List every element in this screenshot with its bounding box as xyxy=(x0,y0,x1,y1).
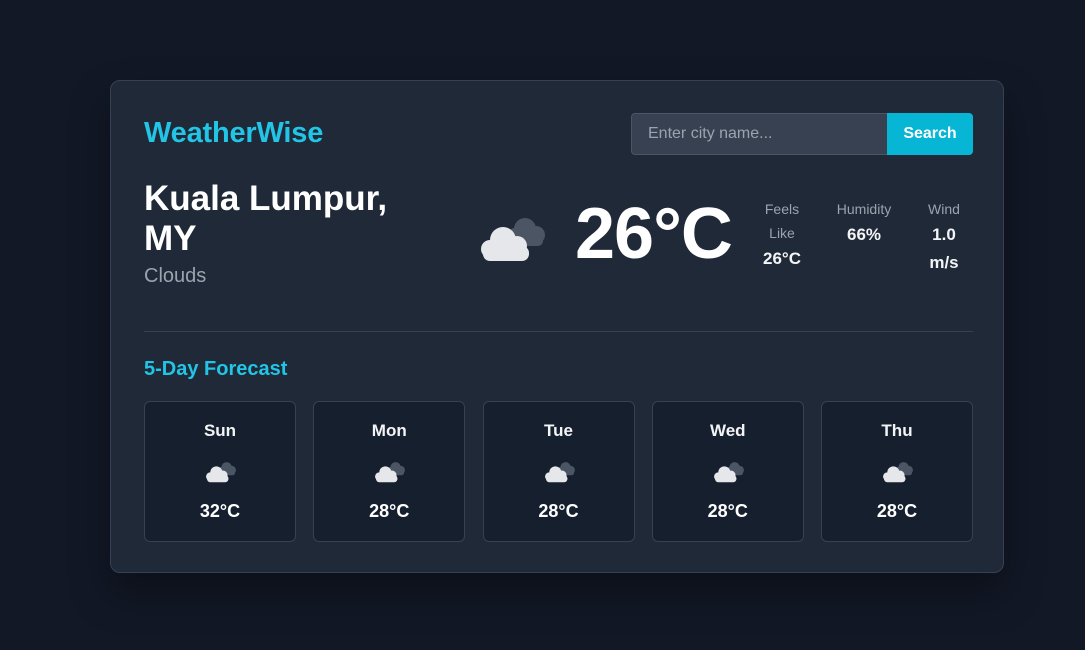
humidity-stat: Humidity 66% xyxy=(831,197,897,249)
forecast-list: Sun 32°C Mon 28°C Tue 28°C Wed 28°C Thu … xyxy=(144,401,973,542)
feels-like-value: 26°C xyxy=(763,249,801,268)
search-button[interactable]: Search xyxy=(887,113,973,155)
weather-condition: Clouds xyxy=(144,265,207,287)
forecast-day-temp: 28°C xyxy=(369,501,410,521)
section-divider xyxy=(144,331,973,332)
forecast-day-name: Tue xyxy=(544,421,573,440)
forecast-day-name: Mon xyxy=(371,421,407,440)
weather-card: WeatherWise Search Kuala Lumpur, MY Clou… xyxy=(110,80,1004,573)
forecast-day-name: Sun xyxy=(203,421,237,440)
forecast-day-card: Sun 32°C xyxy=(144,401,296,542)
forecast-day-card: Mon 28°C xyxy=(313,401,466,542)
clouds-icon xyxy=(544,462,575,483)
search-bar: Search xyxy=(631,113,973,155)
clouds-icon xyxy=(883,462,913,483)
clouds-icon xyxy=(481,218,545,261)
app-title: WeatherWise xyxy=(144,117,324,149)
city-name: Kuala Lumpur, MY xyxy=(144,179,388,258)
wind-label: Wind xyxy=(928,201,960,217)
forecast-day-temp: 32°C xyxy=(199,501,241,521)
forecast-day-name: Wed xyxy=(709,421,746,440)
forecast-day-temp: 28°C xyxy=(538,501,579,521)
humidity-label: Humidity xyxy=(836,201,892,217)
forecast-day-card: Wed 28°C xyxy=(651,401,804,542)
forecast-day-temp: 28°C xyxy=(707,501,748,521)
current-temperature: 26°C xyxy=(575,194,733,274)
forecast-day-card: Thu 28°C xyxy=(821,401,973,542)
forecast-title: 5-Day Forecast xyxy=(144,358,288,380)
forecast-day-card: Tue 28°C xyxy=(482,401,635,542)
city-search-input[interactable] xyxy=(631,113,887,155)
clouds-icon xyxy=(713,462,744,483)
feels-like-label: Feels Like xyxy=(764,201,800,241)
forecast-day-temp: 28°C xyxy=(876,501,918,521)
humidity-value: 66% xyxy=(846,225,882,244)
clouds-icon xyxy=(206,462,236,483)
wind-stat: Wind 1.0 m/s xyxy=(921,197,967,277)
clouds-icon xyxy=(375,462,406,483)
wind-value: 1.0 m/s xyxy=(929,225,959,272)
forecast-day-name: Thu xyxy=(881,421,913,440)
feels-like-stat: Feels Like 26°C xyxy=(747,197,817,273)
